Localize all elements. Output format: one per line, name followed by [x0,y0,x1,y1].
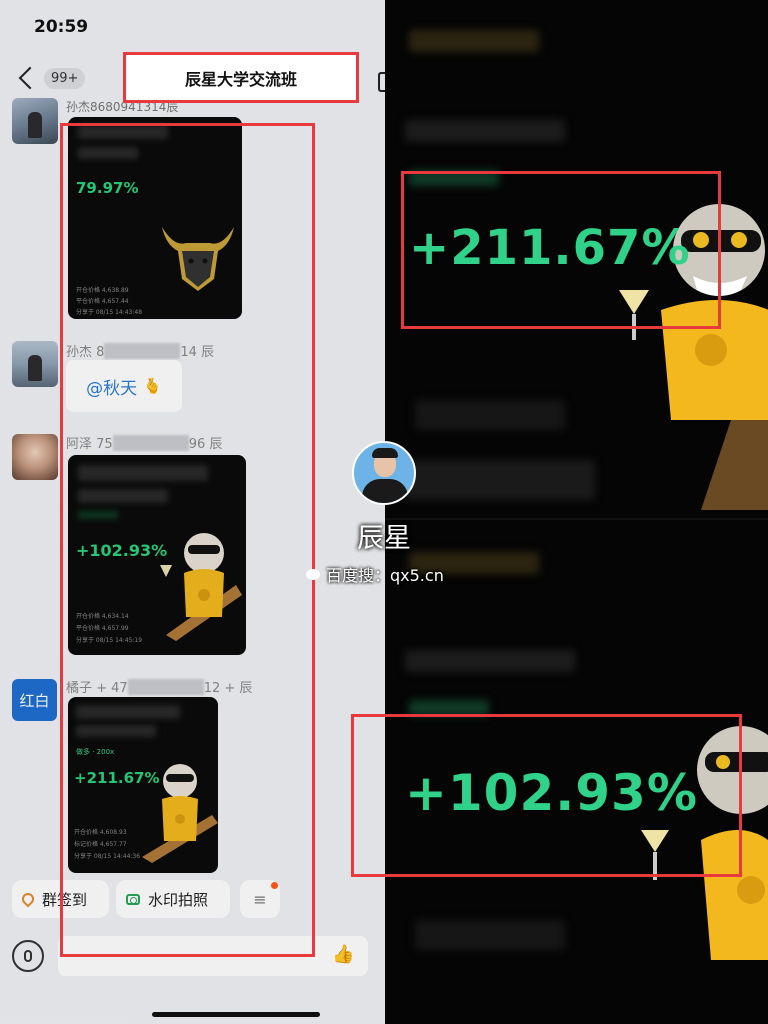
group-menu-icon[interactable] [378,72,385,92]
status-time: 20:59 [34,17,89,37]
wechat-icon [306,568,320,580]
highlight-box [401,171,721,329]
chat-screenshot-panel: 20:59 99+ 孙杰8680941314辰 79.97% 开仓价格 4,63… [0,0,385,1024]
unread-count-badge: 99+ [44,68,86,89]
voice-input-button[interactable] [12,940,44,972]
group-title: 辰星大学交流班 [123,52,359,103]
search-watermark: 百度搜：qx5.cn [306,562,444,586]
location-pin-icon [19,890,37,908]
microphone-icon [24,950,32,962]
highlight-box [60,123,315,957]
member-avatar[interactable] [12,341,58,387]
creator-name: 辰星 [357,523,411,554]
creator-avatar [352,441,416,505]
member-avatar[interactable] [12,434,58,480]
highlight-box [351,714,742,877]
member-avatar[interactable] [12,98,58,144]
thumbs-up-icon[interactable]: 👍 [332,944,354,965]
member-avatar-hongbai[interactable]: 红白 [12,679,57,721]
chevron-left-icon [18,66,42,90]
back-button[interactable]: 99+ [18,66,86,96]
home-indicator [152,1012,320,1017]
